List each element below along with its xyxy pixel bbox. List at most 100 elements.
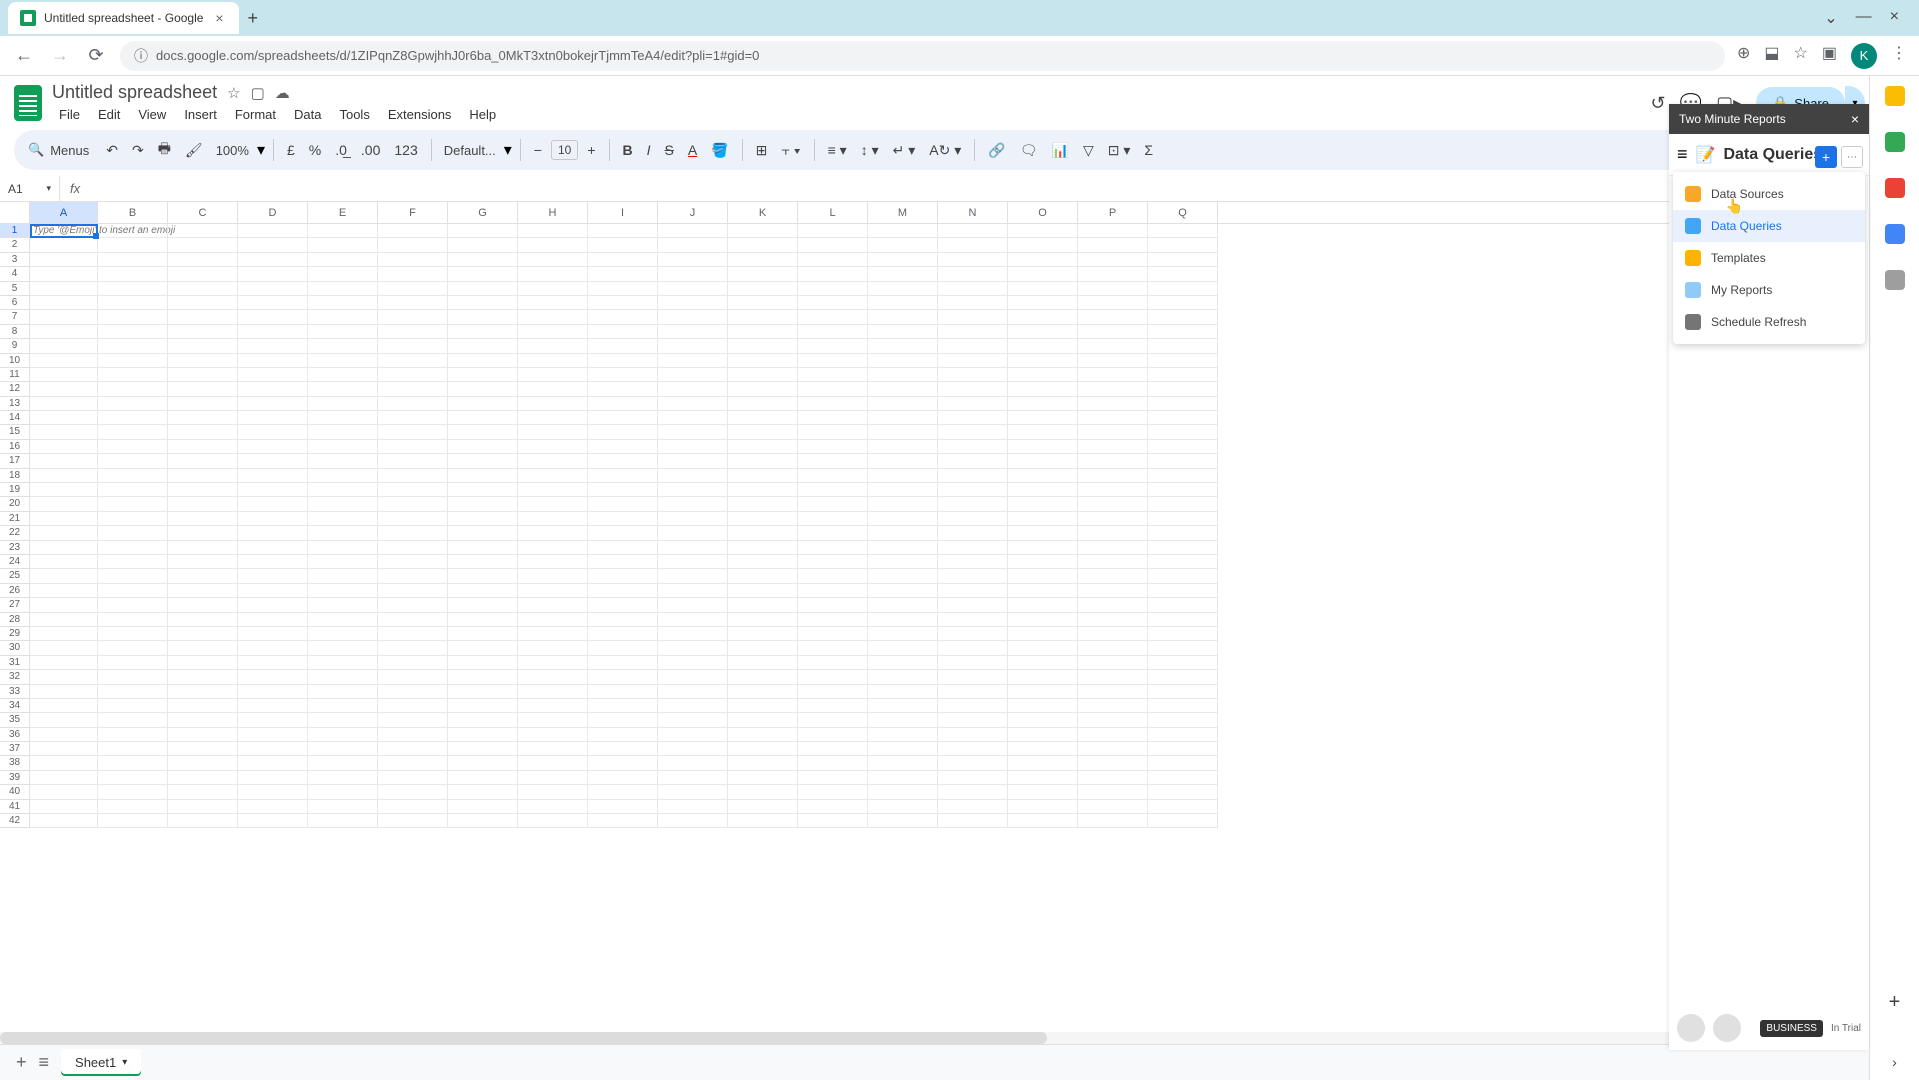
cell[interactable] <box>30 512 98 526</box>
cell[interactable] <box>658 382 728 396</box>
cell[interactable] <box>658 411 728 425</box>
cell[interactable] <box>448 785 518 799</box>
hamburger-icon[interactable]: ≡ <box>1677 144 1688 165</box>
cell[interactable] <box>98 454 168 468</box>
cell[interactable] <box>938 354 1008 368</box>
row-header[interactable]: 9 <box>0 339 30 353</box>
sheets-logo-icon[interactable] <box>14 85 42 121</box>
cell[interactable] <box>1148 584 1218 598</box>
cell[interactable] <box>1078 814 1148 828</box>
column-header[interactable]: Q <box>1148 202 1218 223</box>
cell[interactable] <box>938 267 1008 281</box>
cell[interactable] <box>378 440 448 454</box>
cell[interactable] <box>168 598 238 612</box>
cell[interactable] <box>798 382 868 396</box>
cell[interactable] <box>30 368 98 382</box>
cell[interactable] <box>728 699 798 713</box>
install-icon[interactable]: ⬓ <box>1764 43 1779 69</box>
strike-button[interactable]: S <box>660 138 679 162</box>
cell[interactable] <box>30 440 98 454</box>
row-header[interactable]: 8 <box>0 325 30 339</box>
cell[interactable] <box>658 598 728 612</box>
cell[interactable] <box>658 282 728 296</box>
menu-help[interactable]: Help <box>462 105 503 124</box>
cell[interactable] <box>588 555 658 569</box>
cell[interactable] <box>728 469 798 483</box>
cell[interactable] <box>798 497 868 511</box>
cell[interactable] <box>728 282 798 296</box>
cell[interactable] <box>728 238 798 252</box>
cell[interactable] <box>378 541 448 555</box>
cell[interactable] <box>658 656 728 670</box>
cell[interactable] <box>1078 296 1148 310</box>
cell[interactable] <box>798 253 868 267</box>
row-header[interactable]: 16 <box>0 440 30 454</box>
row-header[interactable]: 21 <box>0 512 30 526</box>
cell[interactable] <box>168 627 238 641</box>
cell[interactable] <box>30 339 98 353</box>
cell[interactable] <box>1078 512 1148 526</box>
cell[interactable] <box>30 411 98 425</box>
cell[interactable] <box>798 440 868 454</box>
cell[interactable] <box>448 742 518 756</box>
cell[interactable] <box>518 224 588 238</box>
cell[interactable] <box>938 613 1008 627</box>
cell[interactable] <box>798 526 868 540</box>
cell[interactable] <box>518 267 588 281</box>
side-expand-icon[interactable]: › <box>1892 1054 1897 1070</box>
cell[interactable] <box>168 440 238 454</box>
cell[interactable] <box>518 354 588 368</box>
sheet-tab[interactable]: Sheet1 ▾ <box>61 1049 141 1076</box>
row-header[interactable]: 17 <box>0 454 30 468</box>
cell[interactable] <box>448 497 518 511</box>
cell[interactable] <box>1078 641 1148 655</box>
name-box[interactable]: A1 ▾ <box>0 176 60 201</box>
increase-font-button[interactable]: + <box>582 138 600 162</box>
cell[interactable] <box>938 224 1008 238</box>
cell[interactable] <box>728 224 798 238</box>
cell[interactable] <box>30 541 98 555</box>
cell[interactable] <box>1008 296 1078 310</box>
cell[interactable] <box>798 584 868 598</box>
row-header[interactable]: 18 <box>0 469 30 483</box>
cell[interactable] <box>378 814 448 828</box>
cell[interactable] <box>868 483 938 497</box>
cell[interactable] <box>938 656 1008 670</box>
cell[interactable] <box>868 541 938 555</box>
cell[interactable] <box>798 800 868 814</box>
menu-insert[interactable]: Insert <box>177 105 224 124</box>
cell[interactable] <box>938 742 1008 756</box>
cell[interactable] <box>1148 469 1218 483</box>
cell[interactable] <box>448 440 518 454</box>
row-header[interactable]: 35 <box>0 713 30 727</box>
cell[interactable] <box>588 440 658 454</box>
cell[interactable] <box>238 512 308 526</box>
cell[interactable] <box>518 368 588 382</box>
cell[interactable] <box>1148 685 1218 699</box>
cell[interactable] <box>798 771 868 785</box>
cell[interactable] <box>448 756 518 770</box>
cell[interactable] <box>308 282 378 296</box>
format-123-button[interactable]: 123 <box>389 138 422 162</box>
cell[interactable] <box>168 814 238 828</box>
cell[interactable] <box>98 713 168 727</box>
cell[interactable] <box>658 425 728 439</box>
row-header[interactable]: 5 <box>0 282 30 296</box>
cell[interactable] <box>168 310 238 324</box>
halign-button[interactable]: ≡ ▾ <box>823 138 852 163</box>
cell[interactable] <box>938 483 1008 497</box>
cell[interactable] <box>308 699 378 713</box>
cell[interactable] <box>98 368 168 382</box>
cell[interactable] <box>1078 224 1148 238</box>
cell[interactable] <box>378 368 448 382</box>
cell[interactable] <box>168 296 238 310</box>
cell[interactable] <box>378 728 448 742</box>
cell[interactable] <box>658 469 728 483</box>
cell[interactable] <box>728 670 798 684</box>
cell[interactable] <box>938 771 1008 785</box>
cell[interactable] <box>448 713 518 727</box>
menu-file[interactable]: File <box>52 105 87 124</box>
side-app-icon[interactable] <box>1885 132 1905 152</box>
cell[interactable] <box>168 541 238 555</box>
chevron-down-icon[interactable]: ⌄ <box>1824 8 1837 28</box>
